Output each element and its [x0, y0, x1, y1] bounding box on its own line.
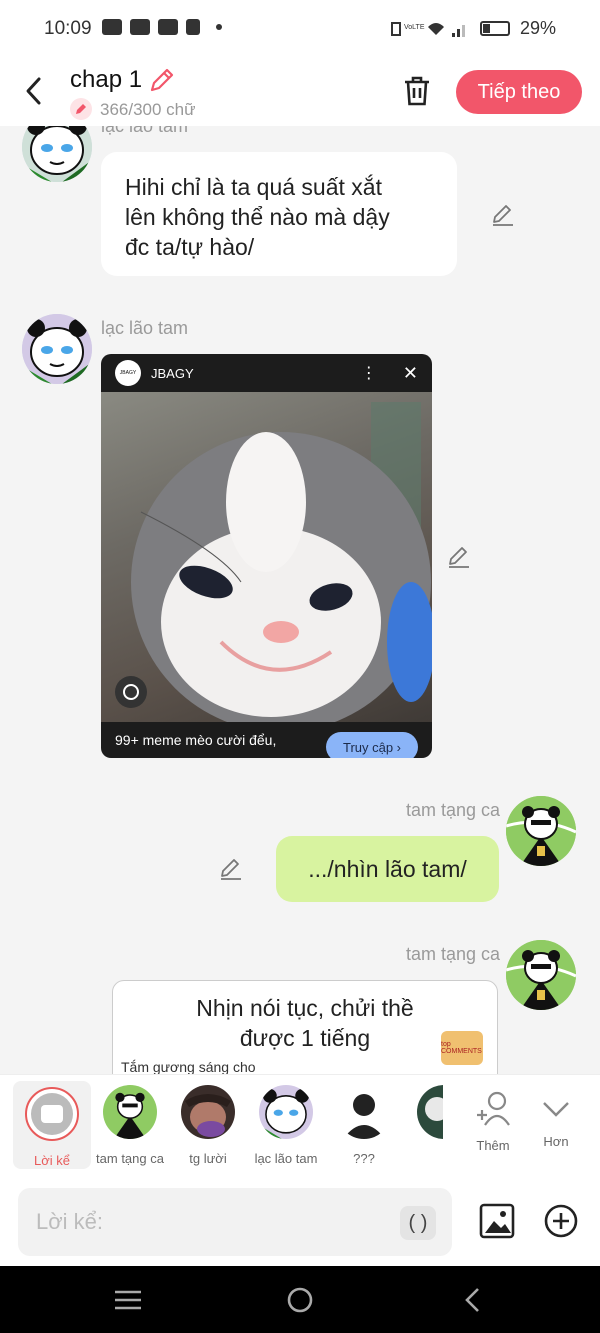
- cat-meme-photo: [101, 392, 432, 732]
- chapter-title: chap 1: [70, 66, 143, 93]
- meme-logo: top COMMENTS: [441, 1031, 483, 1065]
- character-partial[interactable]: [403, 1075, 443, 1179]
- chapter-header: chap 1 366/300 chữ Tiếp theo: [0, 58, 600, 126]
- youtube-icon: [158, 19, 178, 35]
- character-label: Lời kể: [34, 1153, 70, 1168]
- next-button[interactable]: Tiếp theo: [456, 70, 582, 114]
- avatar: [103, 1085, 157, 1139]
- status-time: 10:09: [44, 18, 92, 39]
- back-icon[interactable]: [462, 1286, 484, 1314]
- visit-button[interactable]: Truy cập ›: [326, 732, 418, 758]
- edit-message-icon[interactable]: [218, 856, 244, 882]
- system-nav-bar: [0, 1266, 600, 1333]
- image-source-bar: JBAGY JBAGY ⋮ ✕: [101, 354, 432, 392]
- trash-icon[interactable]: [402, 74, 432, 108]
- edit-title-icon[interactable]: [148, 66, 176, 94]
- system-icons: VoLTE 29%: [390, 18, 556, 39]
- add-icon[interactable]: [544, 1204, 578, 1238]
- jbagy-logo: JBAGY: [115, 360, 141, 386]
- recents-icon[interactable]: [112, 1286, 144, 1314]
- meme-text: Nhịn nói tục, chửi thề được 1 tiếng: [196, 995, 414, 1051]
- image-caption: 99+ meme mèo cười đểu,: [115, 732, 277, 748]
- signal-icons: VoLTE: [390, 21, 465, 37]
- composer: ( ): [0, 1178, 600, 1266]
- avatar: [417, 1085, 443, 1139]
- sender-name: lạc lão tam: [101, 318, 189, 338]
- notification-icons: [102, 19, 222, 35]
- youtube-icon: [102, 19, 122, 35]
- more-button[interactable]: Hơn: [517, 1075, 595, 1179]
- more-label: Hơn: [543, 1134, 569, 1149]
- avatar: [337, 1085, 391, 1139]
- image-icon[interactable]: [478, 1202, 516, 1240]
- avatar[interactable]: [506, 940, 576, 1010]
- battery-icon: [479, 21, 510, 36]
- character-selector: Lời kể tam tạng ca tg lười lạc lão tam ?…: [0, 1074, 600, 1178]
- character-label: tam tạng ca: [96, 1151, 164, 1166]
- word-count: 366/300 chữ: [100, 100, 196, 119]
- more-notifications-icon: [216, 24, 222, 30]
- avatar[interactable]: [506, 796, 576, 866]
- sender-name: lạc lão tam: [101, 126, 189, 136]
- meme-subtext: Tắm gương sáng cho: [121, 1059, 256, 1074]
- character-tam-tang-ca[interactable]: tam tạng ca: [91, 1075, 169, 1179]
- message-input-box[interactable]: ( ): [18, 1188, 452, 1256]
- message-bubble[interactable]: .../nhìn lão tam/: [276, 836, 499, 902]
- image-source: JBAGY: [151, 365, 194, 381]
- status-bar: 10:09 VoLTE 29%: [0, 0, 600, 58]
- add-person-icon: [477, 1091, 510, 1126]
- avatar[interactable]: [22, 314, 92, 384]
- avatar[interactable]: [22, 126, 92, 182]
- character-lac-lao-tam[interactable]: lạc lão tam: [247, 1075, 325, 1179]
- character-label: lạc lão tam: [254, 1151, 318, 1166]
- sender-name: tam tạng ca: [405, 800, 500, 820]
- chevron-down-icon: [543, 1102, 569, 1117]
- message-bubble[interactable]: Hihi chỉ là ta quá suất xắt lên không th…: [101, 152, 457, 276]
- chat-area[interactable]: lạc lão tam Hihi chỉ là ta quá suất xắt …: [0, 126, 600, 1074]
- character-unknown[interactable]: ???: [325, 1075, 403, 1179]
- character-label: tg lười: [189, 1151, 227, 1166]
- message-input[interactable]: [36, 1206, 396, 1238]
- home-icon[interactable]: [286, 1286, 314, 1314]
- capcut-icon: [130, 19, 150, 35]
- image-caption-bar: 99+ meme mèo cười đểu, Truy cập ›: [101, 722, 432, 758]
- app-icon: [186, 19, 200, 35]
- avatar: [181, 1085, 235, 1139]
- character-label: ???: [353, 1151, 375, 1166]
- character-narrator[interactable]: Lời kể: [13, 1081, 91, 1169]
- sender-name: tam tạng ca: [405, 944, 500, 964]
- meme-image-message[interactable]: Nhịn nói tục, chửi thề được 1 tiếng Tắm …: [112, 980, 498, 1074]
- narrator-icon: [25, 1087, 79, 1141]
- battery-percent: 29%: [519, 18, 556, 38]
- svg-text:VoLTE: VoLTE: [404, 24, 425, 31]
- avatar: [259, 1085, 313, 1139]
- more-vert-icon[interactable]: ⋮: [361, 363, 377, 383]
- character-tg-luoi[interactable]: tg lười: [169, 1075, 247, 1179]
- image-message[interactable]: JBAGY JBAGY ⋮ ✕ 99+ meme mèo cười đểu, T…: [101, 354, 432, 758]
- action-parentheses-button[interactable]: ( ): [400, 1206, 436, 1240]
- edit-message-icon[interactable]: [490, 202, 516, 228]
- back-arrow-icon[interactable]: [22, 76, 46, 106]
- close-icon[interactable]: ✕: [403, 363, 418, 384]
- edit-message-icon[interactable]: [446, 544, 472, 570]
- word-count-pencil-icon: [70, 98, 92, 120]
